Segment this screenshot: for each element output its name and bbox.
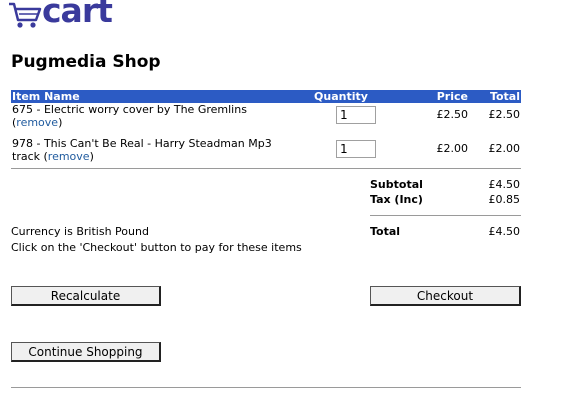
quantity-cell: [285, 103, 397, 137]
column-header-item-name: Item Name: [11, 90, 285, 103]
checkout-hint: Click on the 'Checkout' button to pay fo…: [11, 241, 302, 254]
remove-link[interactable]: remove: [48, 150, 90, 163]
total-label: Total: [370, 225, 401, 238]
quantity-cell: [285, 137, 397, 171]
item-total: £2.00: [488, 142, 521, 155]
checkout-button[interactable]: Checkout: [370, 286, 521, 306]
column-header-price: Price: [397, 90, 469, 103]
recalculate-button[interactable]: Recalculate: [11, 286, 161, 306]
quantity-input[interactable]: [336, 140, 376, 158]
cart-table: Item Name Quantity Price Total 675 - Ele…: [11, 90, 521, 171]
item-total: £2.50: [488, 108, 521, 121]
table-header-row: Item Name Quantity Price Total: [11, 90, 521, 103]
site-logo[interactable]: cart: [8, 0, 138, 36]
divider: [11, 168, 521, 169]
item-price: £2.00: [436, 142, 469, 155]
tax-label: Tax (Inc): [370, 193, 423, 206]
remove-link[interactable]: remove: [16, 116, 58, 129]
item-price: £2.50: [436, 108, 469, 121]
subtotal-value: £4.50: [488, 178, 521, 191]
summary-divider: [370, 215, 521, 216]
column-header-total: Total: [469, 90, 521, 103]
logo-text: cart: [42, 0, 113, 30]
continue-shopping-button[interactable]: Continue Shopping: [11, 342, 161, 362]
tax-value: £0.85: [488, 193, 521, 206]
bottom-divider: [11, 387, 521, 388]
shopping-cart-icon: [9, 2, 42, 28]
currency-note: Currency is British Pound: [11, 225, 149, 238]
subtotal-label: Subtotal: [370, 178, 423, 191]
item-name: 675 - Electric worry cover by The Gremli…: [12, 103, 247, 116]
page-title: Pugmedia Shop: [11, 52, 161, 72]
column-header-quantity: Quantity: [285, 90, 397, 103]
total-value: £4.50: [488, 225, 521, 238]
table-row: 675 - Electric worry cover by The Gremli…: [11, 103, 521, 137]
item-name-cell: 978 - This Can't Be Real - Harry Steadma…: [12, 137, 272, 163]
table-row: 978 - This Can't Be Real - Harry Steadma…: [11, 137, 521, 171]
item-name-cell: 675 - Electric worry cover by The Gremli…: [12, 103, 247, 129]
quantity-input[interactable]: [336, 106, 376, 124]
